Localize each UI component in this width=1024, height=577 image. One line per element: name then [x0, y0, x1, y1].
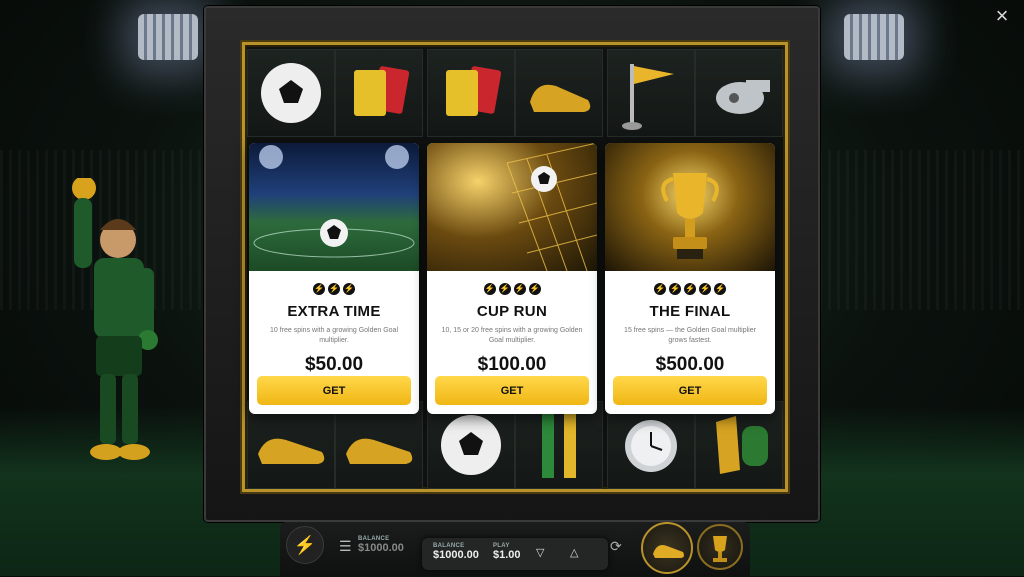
- golden-boot-icon: [346, 438, 413, 464]
- symbol-scarf: [515, 401, 603, 489]
- lightning-star-icon: ⚡: [483, 283, 496, 295]
- lightning-star-icon: ⚡: [684, 283, 696, 295]
- offer-card-the-final: ⚡ ⚡ ⚡ ⚡ ⚡ THE FINAL 15 free spins — the …: [605, 143, 775, 414]
- offer-description: 10 free spins with a growing Golden Goal…: [269, 327, 399, 344]
- golden-boot-icon: [258, 438, 325, 464]
- star-rating: ⚡ ⚡ ⚡: [249, 283, 419, 295]
- symbol-football: [427, 401, 515, 489]
- symbol-golden-boot: [515, 49, 603, 137]
- floodlight-left: [138, 14, 198, 60]
- goalkeeper-mascot: [72, 178, 158, 460]
- stadium-pitch-icon: [253, 145, 415, 258]
- bet-popup: BALANCE $1000.00 PLAY $1.00 ▽ △: [422, 538, 608, 570]
- golden-boot-icon: [530, 84, 591, 112]
- trophy-icon: [661, 173, 719, 259]
- popup-play: PLAY $1.00: [493, 543, 521, 561]
- shin-guard-icon: [716, 416, 768, 474]
- symbol-stopwatch: [607, 401, 695, 489]
- popup-balance: BALANCE $1000.00: [433, 543, 479, 561]
- balance-display: BALANCE $1000.00: [358, 536, 404, 554]
- offer-price: $50.00: [304, 354, 364, 375]
- floodlight-right: [844, 14, 904, 60]
- play-value: $1.00: [493, 549, 521, 561]
- symbol-golden-boot: [247, 401, 335, 489]
- lightning-star-icon: ⚡: [343, 283, 355, 295]
- menu-icon[interactable]: ☰: [339, 538, 352, 555]
- goal-net-icon: [506, 143, 597, 271]
- bonus-buy-button[interactable]: [697, 524, 743, 570]
- offer-title: THE FINAL: [649, 303, 731, 320]
- popup-balance-value: $1000.00: [433, 549, 479, 561]
- lightning-star-icon: ⚡: [328, 283, 340, 295]
- yellow-red-cards-icon: [446, 66, 502, 116]
- offer-card-extra-time: ⚡ ⚡ ⚡ EXTRA TIME 10 free spins with a gr…: [249, 143, 419, 414]
- get-button[interactable]: GET: [257, 376, 411, 405]
- football-icon: [441, 415, 501, 475]
- symbol-cards: [335, 49, 423, 137]
- offer-card-cup-run: ⚡ ⚡ ⚡ ⚡ CUP RUN 10, 15 or 20 free spins …: [427, 143, 597, 414]
- corner-flag-icon: [622, 64, 674, 130]
- lightning-star-icon: ⚡: [714, 283, 726, 295]
- offer-title: CUP RUN: [476, 303, 548, 320]
- lightning-icon[interactable]: ⚡: [286, 526, 324, 564]
- symbol-shin-guard: [695, 401, 783, 489]
- offer-title: EXTRA TIME: [287, 303, 381, 320]
- offer-art-stadium: [249, 143, 419, 271]
- offer-price: $500.00: [655, 354, 725, 375]
- offer-art-trophy: [605, 143, 775, 271]
- close-icon[interactable]: ×: [990, 4, 1014, 28]
- offer-description: 15 free spins — the Golden Goal multipli…: [624, 327, 756, 344]
- star-rating: ⚡ ⚡ ⚡ ⚡ ⚡: [605, 283, 775, 295]
- balance-value: $1000.00: [358, 542, 404, 554]
- lightning-star-icon: ⚡: [498, 283, 511, 295]
- autoplay-icon[interactable]: ⟳: [610, 538, 622, 555]
- symbol-cards: [427, 49, 515, 137]
- offer-art-goal-net: [427, 143, 597, 271]
- lightning-star-icon: ⚡: [669, 283, 681, 295]
- lightning-star-icon: ⚡: [699, 283, 711, 295]
- yellow-red-cards-icon: [354, 66, 410, 116]
- lightning-star-icon: ⚡: [313, 283, 325, 295]
- whistle-icon: [716, 80, 770, 114]
- bet-increase-icon[interactable]: △: [570, 546, 578, 559]
- lightning-star-icon: ⚡: [654, 283, 666, 295]
- offer-price: $100.00: [477, 354, 547, 375]
- trophy-icon: [713, 536, 727, 562]
- stopwatch-icon: [625, 420, 677, 472]
- symbol-corner-flag: [607, 49, 695, 137]
- symbol-football: [247, 49, 335, 137]
- scarf-icon: [542, 408, 576, 478]
- golden-boot-icon: [653, 545, 684, 558]
- bet-decrease-icon[interactable]: ▽: [536, 546, 544, 559]
- get-button[interactable]: GET: [435, 376, 589, 405]
- symbol-golden-boot: [335, 401, 423, 489]
- star-rating: ⚡ ⚡ ⚡ ⚡: [427, 283, 597, 295]
- spin-button[interactable]: [641, 522, 693, 574]
- lightning-star-icon: ⚡: [513, 283, 526, 295]
- offer-description: 10, 15 or 20 free spins with a growing G…: [441, 327, 583, 344]
- football-icon: [261, 63, 321, 123]
- lightning-star-icon: ⚡: [528, 283, 541, 295]
- get-button[interactable]: GET: [613, 376, 767, 405]
- symbol-whistle: [695, 49, 783, 137]
